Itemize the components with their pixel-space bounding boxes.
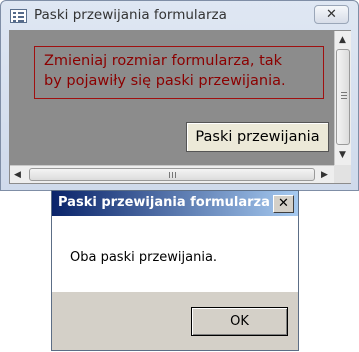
close-button[interactable]: ✕ [314, 5, 349, 24]
arrow-down-icon[interactable]: ▼ [339, 150, 346, 160]
vertical-scrollbar[interactable]: ▲ ▼ [334, 31, 351, 165]
horizontal-scrollbar-thumb[interactable] [29, 168, 315, 181]
main-window: Paski przewijania formularza ✕ Zmieniaj … [0, 0, 359, 191]
scrollbar-corner [334, 165, 351, 183]
main-window-titlebar[interactable]: Paski przewijania formularza ✕ [1, 1, 358, 31]
dialog-titlebar[interactable]: Paski przewijania formularza ✕ [52, 191, 298, 216]
scrollbars-button[interactable]: Paski przewijania [186, 122, 329, 152]
arrow-left-icon[interactable]: ◀ [14, 170, 21, 180]
instruction-line-1: Zmieniaj rozmiar formularza, tak [44, 53, 283, 69]
dialog-body: Oba paski przewijania. [52, 216, 298, 292]
arrow-up-icon[interactable]: ▲ [339, 35, 346, 45]
close-icon: ✕ [278, 196, 289, 211]
vertical-scrollbar-thumb[interactable] [336, 49, 350, 145]
instruction-line-2: by pojawiły się paski przewijania. [44, 73, 286, 89]
arrow-right-icon[interactable]: ▶ [321, 170, 328, 180]
dialog-message: Oba paski przewijania. [70, 250, 218, 265]
main-window-title: Paski przewijania formularza [34, 7, 227, 23]
close-icon: ✕ [326, 7, 337, 22]
message-dialog: Paski przewijania formularza ✕ Oba paski… [51, 190, 299, 351]
ok-button[interactable]: OK [191, 307, 288, 336]
form-window-icon [10, 9, 27, 23]
dialog-close-button[interactable]: ✕ [273, 195, 294, 213]
horizontal-scrollbar[interactable]: ◀ ▶ [10, 165, 334, 183]
instruction-label: Zmieniaj rozmiar formularza, tak by poja… [34, 46, 324, 99]
form-detail-section: Zmieniaj rozmiar formularza, tak by poja… [10, 31, 334, 165]
form-client-area: Zmieniaj rozmiar formularza, tak by poja… [9, 30, 351, 184]
dialog-title: Paski przewijania formularza [58, 195, 270, 210]
